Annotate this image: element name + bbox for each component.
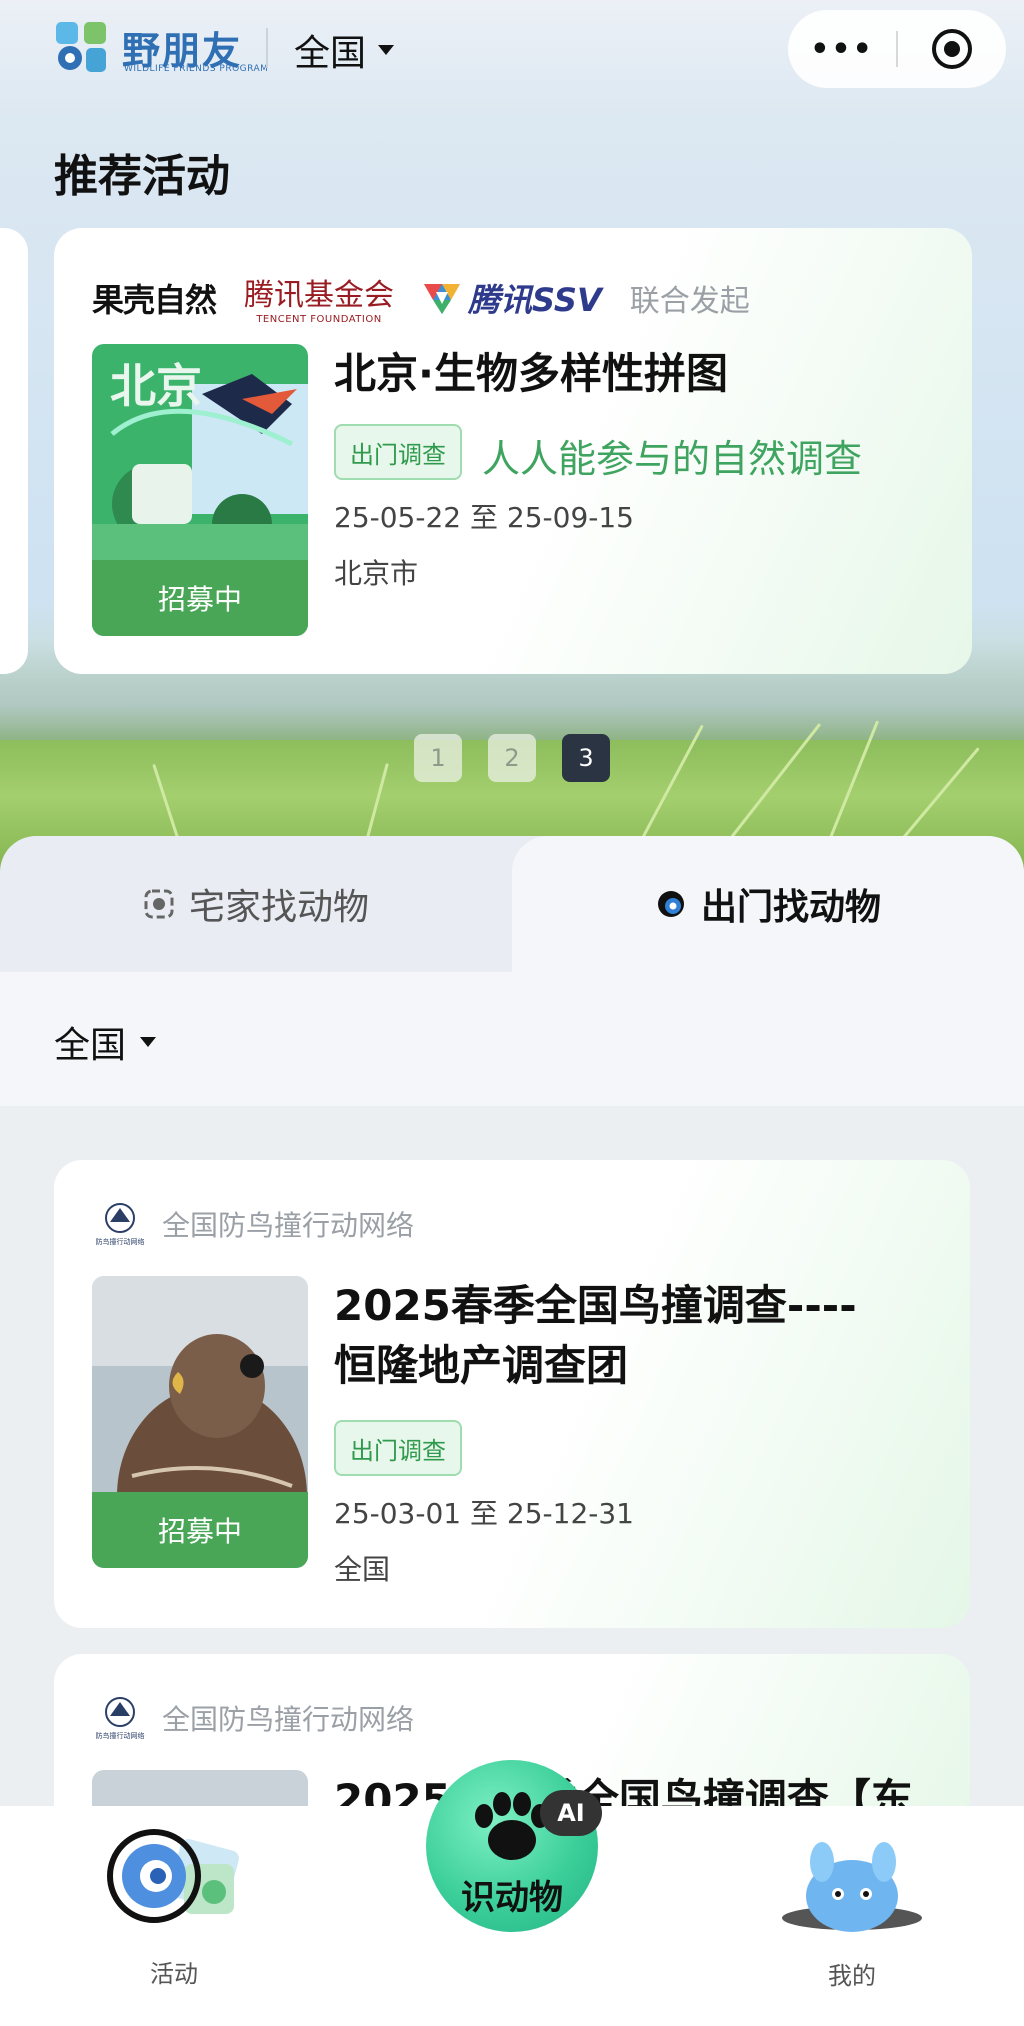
carousel-pager: 1 2 3 bbox=[414, 734, 610, 782]
caret-down-icon bbox=[140, 1037, 157, 1047]
tab-outdoor-label: 出门找动物 bbox=[700, 887, 881, 928]
tencent-foundation-logo: 腾讯基金会 TENCENT FOUNDATION bbox=[244, 270, 394, 325]
mini-program-capsule: ••• bbox=[788, 10, 1006, 88]
activity-slogan: 人人能参与的自然调查 bbox=[482, 437, 863, 481]
tencent-ssv-logo: 腾讯SSV bbox=[422, 275, 602, 321]
divider bbox=[266, 28, 268, 68]
identify-animal-label: 识动物 bbox=[461, 1878, 563, 1918]
close-program-button[interactable] bbox=[898, 27, 1006, 71]
target-circle-icon bbox=[932, 29, 972, 69]
page-dot-2[interactable]: 2 bbox=[488, 734, 536, 782]
nav-mine[interactable]: 我的 bbox=[762, 1836, 942, 1991]
page-dot-3[interactable]: 3 bbox=[562, 734, 610, 782]
guoke-logo: 果壳自然 bbox=[92, 280, 217, 319]
activity-title-line1: 2025春季全国鸟撞调查---- bbox=[334, 1281, 857, 1330]
page-dot-1[interactable]: 1 bbox=[414, 734, 462, 782]
filter-row: 全国 bbox=[0, 972, 1024, 1106]
ai-badge: AI bbox=[540, 1790, 602, 1836]
organizer-name: 全国防鸟撞行动网络 bbox=[162, 1209, 415, 1242]
thumb-city-text: 北京 bbox=[110, 359, 202, 413]
activity-tag: 出门调查 bbox=[334, 424, 462, 480]
circle-dot-icon bbox=[657, 891, 684, 917]
activity-title: 北京·生物多样性拼图 bbox=[334, 349, 728, 398]
activity-location: 北京市 bbox=[334, 557, 419, 590]
bird-collision-network-logo: 防鸟撞行动网络 bbox=[96, 1697, 145, 1740]
mascot-avatar-icon bbox=[782, 1842, 922, 1932]
organizer-name: 全国防鸟撞行动网络 bbox=[162, 1703, 415, 1736]
wildlife-friends-logo-icon bbox=[56, 22, 106, 72]
identify-animal-button[interactable]: 识动物 bbox=[426, 1760, 598, 1932]
section-title-text: 推荐活动 bbox=[54, 151, 230, 202]
svg-text:防鸟撞行动网络: 防鸟撞行动网络 bbox=[96, 1237, 145, 1246]
nav-activity-label: 活动 bbox=[150, 1960, 198, 1988]
ssv-triangle-icon bbox=[424, 283, 461, 314]
tencent-foundation-en: TENCENT FOUNDATION bbox=[256, 314, 382, 325]
camera-lens-icon bbox=[144, 889, 174, 919]
recommended-activity-card[interactable]: 果壳自然 腾讯基金会 TENCENT FOUNDATION 腾讯SSV 联合发起 bbox=[54, 228, 972, 674]
tencent-ssv-text: 腾讯SSV bbox=[468, 280, 602, 319]
top-bar: 野朋友 WILDLIFE FRIENDS PROGRAM 全国 ••• bbox=[0, 0, 1024, 120]
logo-subtitle: WILDLIFE FRIENDS PROGRAM bbox=[124, 64, 269, 74]
region-filter[interactable]: 全国 bbox=[54, 1016, 157, 1068]
activity-thumbnail: 北京 招募中 bbox=[92, 344, 308, 636]
caret-down-icon bbox=[378, 45, 395, 55]
activity-tabs: 宅家找动物 出门找动物 bbox=[0, 836, 1024, 972]
region-filter-label: 全国 bbox=[54, 1025, 127, 1066]
tab-home-label: 宅家找动物 bbox=[188, 887, 369, 928]
recruiting-status: 招募中 bbox=[92, 560, 308, 636]
more-menu-button[interactable]: ••• bbox=[788, 32, 896, 67]
region-label: 全国 bbox=[294, 33, 367, 74]
activity-nav-icon bbox=[107, 1829, 239, 1923]
activity-thumbnail: 招募中 bbox=[92, 1276, 308, 1568]
recruiting-status: 招募中 bbox=[92, 1492, 308, 1568]
organizer: 防鸟撞行动网络 全国防鸟撞行动网络 bbox=[94, 1696, 414, 1740]
tab-outdoor-search[interactable]: 出门找动物 bbox=[512, 836, 1024, 972]
previous-card-peek[interactable] bbox=[0, 228, 28, 674]
section-title: 推荐活动 bbox=[52, 140, 248, 204]
svg-text:防鸟撞行动网络: 防鸟撞行动网络 bbox=[96, 1731, 145, 1740]
activity-title-line2: 恒隆地产调查团 bbox=[334, 1341, 629, 1390]
region-selector[interactable]: 全国 bbox=[294, 24, 395, 76]
tab-home-search[interactable]: 宅家找动物 bbox=[0, 836, 512, 972]
sponsor-row: 果壳自然 腾讯基金会 TENCENT FOUNDATION 腾讯SSV 联合发起 bbox=[92, 270, 750, 325]
nav-activity[interactable]: 活动 bbox=[84, 1824, 264, 1989]
nav-mine-label: 我的 bbox=[828, 1962, 876, 1990]
activity-tag: 出门调查 bbox=[334, 1420, 462, 1476]
activity-location: 全国 bbox=[334, 1553, 391, 1586]
activity-card[interactable]: 防鸟撞行动网络 全国防鸟撞行动网络 招募中 2025春季全国鸟撞调查---- 恒… bbox=[54, 1160, 970, 1628]
organizer: 防鸟撞行动网络 全国防鸟撞行动网络 bbox=[94, 1202, 414, 1246]
bird-collision-network-logo: 防鸟撞行动网络 bbox=[96, 1203, 145, 1246]
tencent-foundation-cn: 腾讯基金会 bbox=[244, 278, 395, 313]
activity-dates: 25-05-22 至 25-09-15 bbox=[334, 501, 634, 534]
activity-dates: 25-03-01 至 25-12-31 bbox=[334, 1497, 634, 1530]
joint-initiation-text: 联合发起 bbox=[629, 283, 750, 319]
